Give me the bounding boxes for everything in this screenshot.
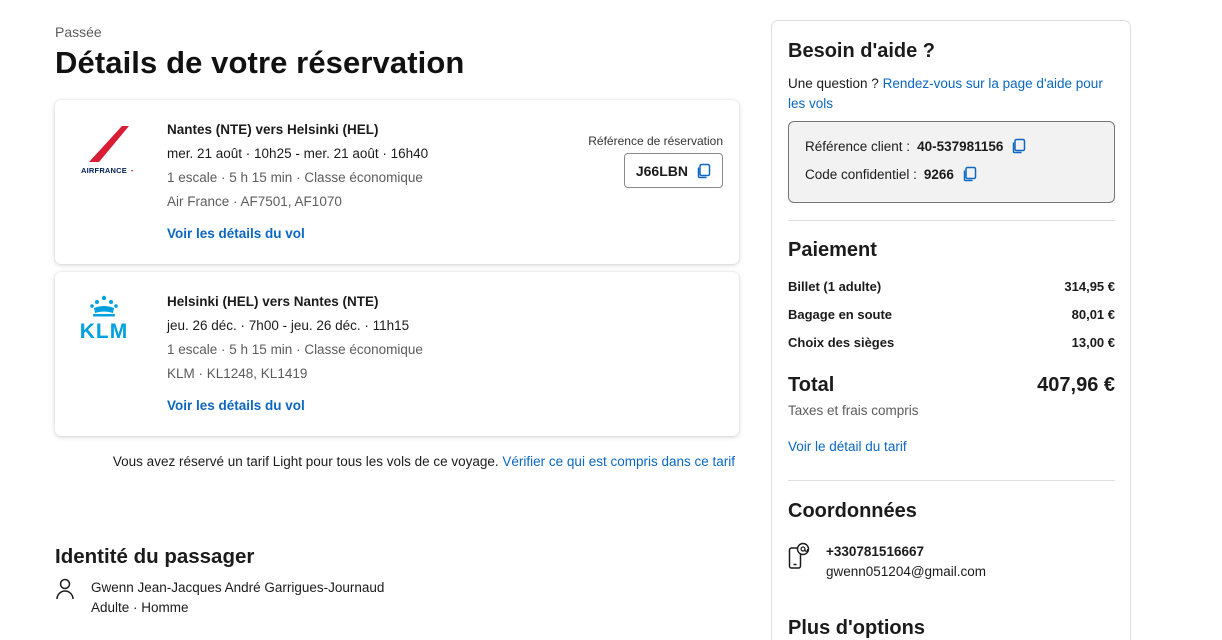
svg-text:KLM: KLM xyxy=(80,320,129,343)
page-title: Détails de votre réservation xyxy=(55,45,465,80)
flight-carrier: KLM · KL1248, KL1419 xyxy=(167,366,308,381)
booking-status: Passée xyxy=(55,24,102,40)
flight-stops: 1 escale · 5 h 15 min · Classe économiqu… xyxy=(167,170,423,185)
booking-sidebar: Besoin d'aide ? Une question ? Rendez-vo… xyxy=(771,20,1131,640)
client-reference-box: Référence client : 40-537981156 Code con… xyxy=(788,121,1115,203)
airfrance-logo: AIRFRANCE xyxy=(81,126,134,175)
booking-reference-copy-button[interactable]: J66LBN xyxy=(623,153,723,188)
flight-route: Helsinki (HEL) vers Nantes (NTE) xyxy=(167,294,379,309)
flight-route: Nantes (NTE) vers Helsinki (HEL) xyxy=(167,122,379,137)
flight-details-link[interactable]: Voir les détails du vol xyxy=(167,222,428,246)
payment-item-amount: 13,00 € xyxy=(1071,335,1115,350)
fare-note-text: Vous avez réservé un tarif Light pour to… xyxy=(112,454,499,469)
flight-card-return: KLM Helsinki (HEL) vers Nantes (NTE) jeu… xyxy=(55,272,739,436)
payment-row-ticket: Billet (1 adulte) 314,95 € xyxy=(788,279,1115,294)
contact-email: gwenn051204@gmail.com xyxy=(826,564,987,579)
contact-title: Coordonnées xyxy=(788,500,917,522)
payment-title: Paiement xyxy=(788,239,877,261)
payment-item-amount: 80,01 € xyxy=(1071,307,1115,322)
total-amount: 407,96 € xyxy=(1037,374,1115,396)
divider xyxy=(788,220,1115,221)
client-reference-label: Référence client : xyxy=(805,138,911,154)
flight-stops: 1 escale · 5 h 15 min · Classe économiqu… xyxy=(167,342,423,357)
taxes-note: Taxes et frais compris xyxy=(788,403,919,418)
payment-item-amount: 314,95 € xyxy=(1064,279,1115,294)
copy-icon xyxy=(697,163,711,178)
flight-dates: mer. 21 août · 10h25 - mer. 21 août · 16… xyxy=(167,146,429,161)
payment-item-label: Choix des sièges xyxy=(788,335,895,350)
flight-dates: jeu. 26 déc. · 7h00 - jeu. 26 déc. · 11h… xyxy=(167,318,410,333)
payment-row-seats: Choix des sièges 13,00 € xyxy=(788,335,1115,350)
booking-reference-label: Référence de réservation xyxy=(588,134,723,148)
flight-carrier: Air France · AF7501, AF1070 xyxy=(167,194,342,209)
flight-details-link[interactable]: Voir les détails du vol xyxy=(167,394,423,418)
payment-row-baggage: Bagage en soute 80,01 € xyxy=(788,307,1115,322)
flight-card-outbound: AIRFRANCE Nantes (NTE) vers Helsinki (HE… xyxy=(55,100,739,264)
confidential-code-value: 9266 xyxy=(923,166,954,182)
fare-detail-link[interactable]: Voir le détail du tarif xyxy=(788,439,907,454)
help-text: Une question ? Rendez-vous sur la page d… xyxy=(788,74,1118,114)
contact-phone: +330781516667 xyxy=(826,544,924,559)
help-title: Besoin d'aide ? xyxy=(788,40,936,62)
payment-item-label: Billet (1 adulte) xyxy=(788,279,882,294)
booking-reference-code: J66LBN xyxy=(635,162,688,179)
passenger-name: Gwenn Jean-Jacques André Garrigues-Journ… xyxy=(91,580,385,595)
payment-item-label: Bagage en soute xyxy=(788,307,893,322)
fare-note: Vous avez réservé un tarif Light pour to… xyxy=(55,454,735,469)
fare-inclusions-link[interactable]: Vérifier ce qui est compris dans ce tari… xyxy=(502,454,735,469)
phone-email-icon xyxy=(788,542,810,569)
passenger-section-title: Identité du passager xyxy=(55,545,255,568)
copy-icon[interactable] xyxy=(962,166,978,182)
help-question: Une question ? xyxy=(788,76,879,91)
passenger-info: Gwenn Jean-Jacques André Garrigues-Journ… xyxy=(55,578,384,618)
divider xyxy=(788,480,1115,481)
svg-text:AIRFRANCE: AIRFRANCE xyxy=(81,166,127,175)
contact-info: +330781516667 gwenn051204@gmail.com xyxy=(788,542,986,582)
copy-icon[interactable] xyxy=(1011,138,1027,154)
total-label: Total xyxy=(788,374,835,396)
client-reference-value: 40-537981156 xyxy=(917,138,1004,154)
person-icon xyxy=(56,578,74,600)
confidential-code-label: Code confidentiel : xyxy=(805,166,917,182)
passenger-details: Adulte · Homme xyxy=(91,600,189,615)
payment-total: Total 407,96 € xyxy=(788,374,1115,397)
klm-logo: KLM xyxy=(80,295,129,343)
more-options-title: Plus d'options xyxy=(788,617,925,639)
